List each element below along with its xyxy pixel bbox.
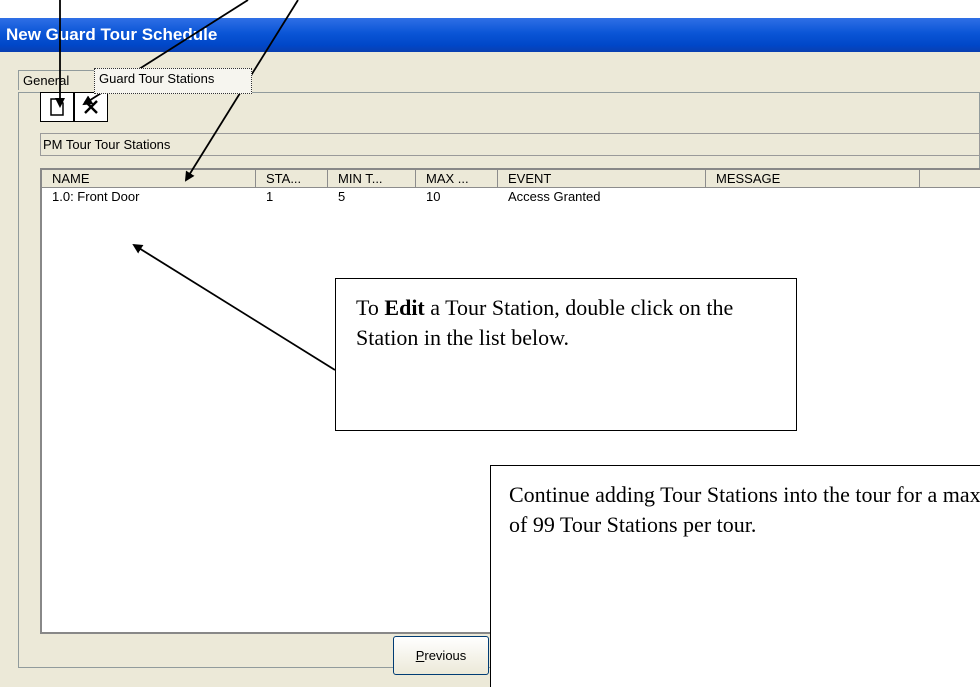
callout-edit-instructions: To Edit a Tour Station, double click on … bbox=[335, 278, 797, 431]
list-caption: PM Tour Tour Stations bbox=[40, 133, 980, 156]
previous-accel: P bbox=[415, 648, 425, 663]
previous-button[interactable]: Previous bbox=[393, 636, 489, 675]
callout-continue-adding: Continue adding Tour Stations into the t… bbox=[490, 465, 980, 687]
cell-name: 1.0: Front Door bbox=[52, 189, 140, 204]
column-header-event[interactable]: EVENT bbox=[498, 170, 706, 188]
new-station-button[interactable] bbox=[40, 92, 74, 122]
callout-continue-text: Continue adding Tour Stations into the t… bbox=[509, 482, 980, 537]
window-title: New Guard Tour Schedule bbox=[6, 25, 218, 44]
callout-edit-pre: To bbox=[356, 295, 385, 320]
tab-general[interactable]: General bbox=[18, 70, 96, 90]
delete-x-icon bbox=[84, 100, 98, 114]
column-header-min-time[interactable]: MIN T... bbox=[328, 170, 416, 188]
column-header-message[interactable]: MESSAGE bbox=[706, 170, 920, 188]
tab-guard-tour-stations[interactable]: Guard Tour Stations bbox=[94, 68, 252, 94]
column-header-station[interactable]: STA... bbox=[256, 170, 328, 188]
column-header-name[interactable]: NAME bbox=[42, 170, 256, 188]
title-bar[interactable]: New Guard Tour Schedule bbox=[0, 18, 980, 52]
column-header-filler bbox=[920, 170, 980, 188]
cell-event: Access Granted bbox=[508, 189, 601, 204]
cell-max-time: 10 bbox=[426, 189, 441, 204]
cell-station: 1 bbox=[266, 189, 274, 204]
delete-station-button[interactable] bbox=[74, 92, 108, 122]
callout-edit-bold: Edit bbox=[384, 295, 425, 320]
column-header-max-time[interactable]: MAX ... bbox=[416, 170, 498, 188]
new-document-icon bbox=[50, 98, 64, 116]
previous-label: revious bbox=[424, 648, 467, 663]
cell-min-time: 5 bbox=[338, 189, 346, 204]
